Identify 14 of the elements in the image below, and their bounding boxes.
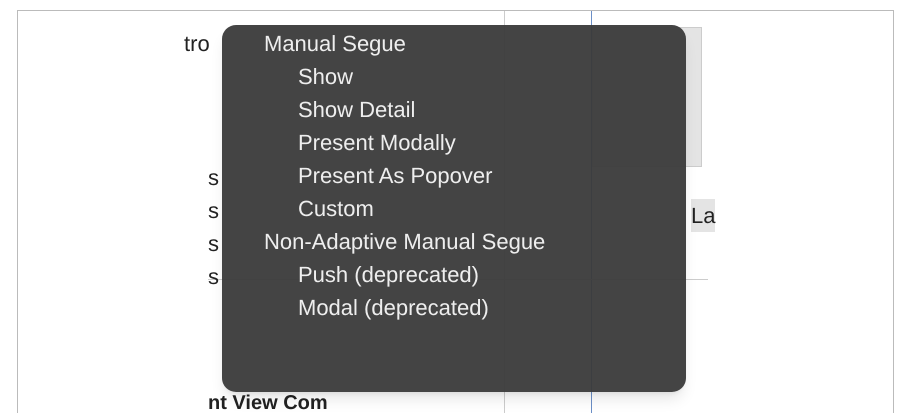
background-text: nt View Com — [208, 393, 328, 413]
background-text: s — [208, 197, 219, 225]
menu-item[interactable]: Modal (deprecated) — [222, 291, 686, 324]
menu-item[interactable]: Present Modally — [222, 126, 686, 159]
menu-item[interactable]: Present As Popover — [222, 159, 686, 192]
menu-item[interactable]: Show — [222, 60, 686, 93]
background-text: s — [208, 164, 219, 192]
menu-item[interactable]: Push (deprecated) — [222, 258, 686, 291]
background-text: La — [691, 199, 716, 232]
background-text: s — [208, 263, 219, 291]
menu-item[interactable]: Show Detail — [222, 93, 686, 126]
menu-item[interactable]: Custom — [222, 192, 686, 225]
background-text: tro — [184, 30, 210, 58]
background-text: s — [208, 230, 219, 258]
